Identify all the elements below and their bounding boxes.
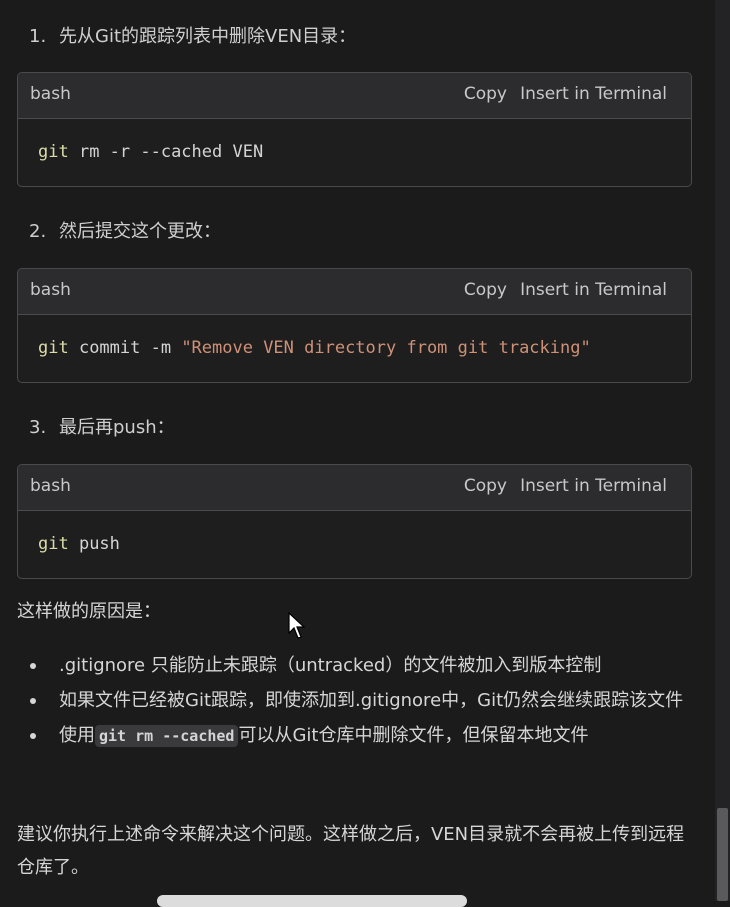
code-args: push bbox=[68, 534, 120, 554]
code-command: git bbox=[38, 338, 69, 358]
reason-heading: 这样做的原因是： bbox=[17, 601, 161, 622]
bottom-input-pill[interactable] bbox=[157, 895, 467, 907]
bullet-icon bbox=[30, 733, 36, 739]
step-3: 3. 最后再push： bbox=[29, 413, 175, 439]
list-item: .gitignore 只能防止未跟踪（untracked）的文件被加入到版本控制 bbox=[17, 648, 707, 683]
copy-button[interactable]: Copy bbox=[464, 280, 507, 300]
code-block-header: bash Copy Insert in Terminal bbox=[18, 269, 691, 315]
code-body[interactable]: git push bbox=[18, 511, 691, 578]
insert-in-terminal-button[interactable]: Insert in Terminal bbox=[520, 84, 667, 104]
code-block-3: bash Copy Insert in Terminal git push bbox=[17, 464, 692, 579]
code-body[interactable]: git rm -r --cached VEN bbox=[18, 119, 691, 186]
list-item-text-suffix: 可以从Git仓库中删除文件，但保留本地文件 bbox=[238, 725, 589, 746]
copy-button[interactable]: Copy bbox=[464, 476, 507, 496]
reason-list: .gitignore 只能防止未跟踪（untracked）的文件被加入到版本控制… bbox=[17, 648, 707, 754]
code-line: git rm -r --cached VEN bbox=[38, 142, 263, 162]
bullet-icon bbox=[30, 698, 36, 704]
code-line: git push bbox=[38, 534, 120, 554]
bullet-icon bbox=[30, 663, 36, 669]
list-item: 使用 git rm --cached 可以从Git仓库中删除文件，但保留本地文件 bbox=[17, 718, 707, 754]
code-args: rm -r --cached VEN bbox=[68, 142, 264, 162]
insert-in-terminal-button[interactable]: Insert in Terminal bbox=[520, 476, 667, 496]
conclusion-paragraph: 建议你执行上述命令来解决这个问题。这样做之后，VEN目录就不会再被上传到远程仓库… bbox=[17, 824, 685, 878]
step-text: 然后提交这个更改： bbox=[59, 221, 221, 242]
step-text: 最后再push： bbox=[59, 417, 175, 438]
code-command: git bbox=[38, 534, 69, 554]
step-2: 2. 然后提交这个更改： bbox=[29, 217, 221, 243]
step-1: 1. 先从Git的跟踪列表中删除VEN目录： bbox=[29, 22, 356, 48]
code-string: "Remove VEN directory from git tracking" bbox=[181, 338, 591, 358]
scrollbar-thumb[interactable] bbox=[717, 808, 728, 901]
step-number: 2. bbox=[29, 221, 47, 242]
chat-message-content: 1. 先从Git的跟踪列表中删除VEN目录： bash Copy Insert i… bbox=[0, 0, 715, 907]
code-language-label: bash bbox=[30, 280, 71, 300]
inline-code: git rm --cached bbox=[95, 725, 239, 747]
mouse-cursor-icon bbox=[288, 612, 306, 639]
code-line: git commit -m "Remove VEN directory from… bbox=[38, 338, 591, 358]
code-language-label: bash bbox=[30, 476, 71, 496]
step-number: 3. bbox=[29, 417, 47, 438]
code-command: git bbox=[38, 142, 69, 162]
code-language-label: bash bbox=[30, 84, 71, 104]
list-item: 如果文件已经被Git跟踪，即使添加到.gitignore中，Git仍然会继续跟踪… bbox=[17, 683, 707, 718]
code-body[interactable]: git commit -m "Remove VEN directory from… bbox=[18, 315, 691, 382]
code-block-header: bash Copy Insert in Terminal bbox=[18, 73, 691, 119]
code-block-header: bash Copy Insert in Terminal bbox=[18, 465, 691, 511]
code-args: commit -m bbox=[68, 338, 182, 358]
code-block-1: bash Copy Insert in Terminal git rm -r -… bbox=[17, 72, 692, 187]
step-text: 先从Git的跟踪列表中删除VEN目录： bbox=[59, 26, 357, 47]
copy-button[interactable]: Copy bbox=[464, 84, 507, 104]
vertical-scrollbar[interactable] bbox=[715, 0, 730, 901]
list-item-text: .gitignore 只能防止未跟踪（untracked）的文件被加入到版本控制 bbox=[59, 655, 602, 676]
list-item-text: 如果文件已经被Git跟踪，即使添加到.gitignore中，Git仍然会继续跟踪… bbox=[59, 690, 684, 711]
code-block-2: bash Copy Insert in Terminal git commit … bbox=[17, 268, 692, 383]
step-number: 1. bbox=[29, 26, 47, 47]
insert-in-terminal-button[interactable]: Insert in Terminal bbox=[520, 280, 667, 300]
list-item-text-prefix: 使用 bbox=[59, 725, 95, 746]
